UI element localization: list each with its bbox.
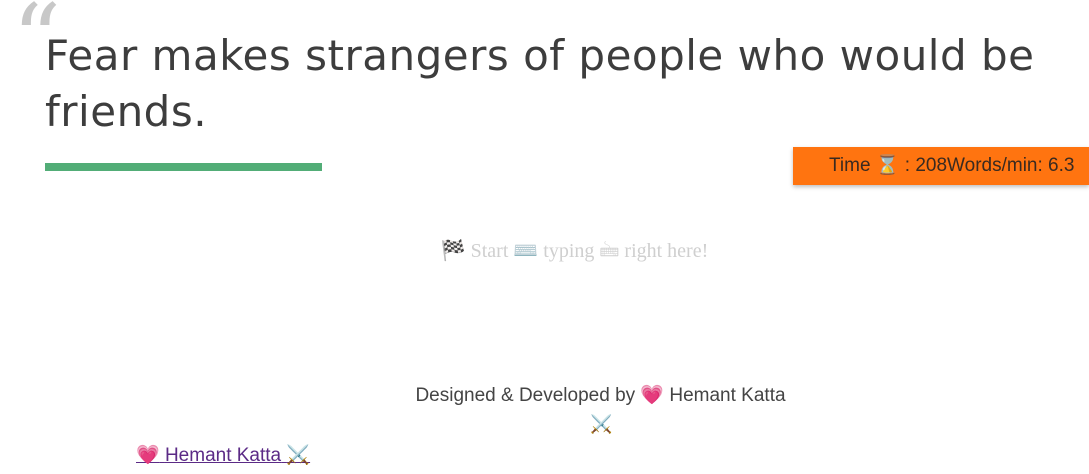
footer-credit: Designed & Developed by 💗 Hemant Katta	[0, 383, 1089, 409]
heart-icon: 💗	[640, 385, 665, 406]
author-link[interactable]: 💗 Hemant Katta ⚔️	[136, 443, 310, 467]
wpm-label: Words/min:	[947, 155, 1043, 176]
hourglass-icon: ⌛	[875, 155, 900, 176]
typing-input[interactable]	[0, 234, 1089, 268]
time-separator: :	[904, 155, 911, 176]
time-label: Time	[829, 155, 871, 176]
author-link-label: Hemant Katta	[164, 445, 282, 466]
footer-author: Hemant Katta	[669, 385, 786, 406]
heart-icon: 💗	[136, 445, 160, 466]
wpm-value: 6.3	[1048, 155, 1075, 176]
progress-bar-fill	[45, 163, 322, 171]
crossed-swords-icon: ⚔️	[286, 445, 311, 466]
quote-text: Fear makes strangers of people who would…	[45, 31, 1035, 136]
stats-box: Time ⌛ : 208Words/min: 6.3	[793, 147, 1089, 185]
crossed-swords-icon: ⚔️	[590, 414, 613, 434]
time-value: 208	[915, 155, 948, 176]
footer-text: Designed & Developed by	[415, 385, 636, 406]
